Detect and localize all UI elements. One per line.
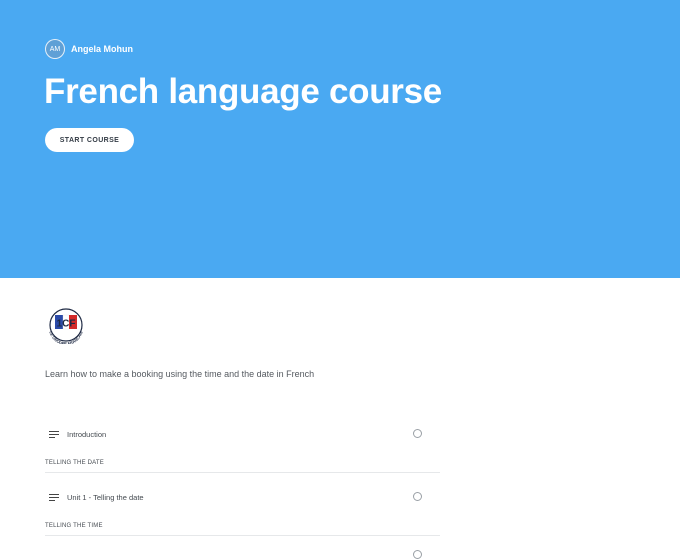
lesson-text-icon xyxy=(49,493,59,502)
section-heading-telling-the-time: TELLING THE TIME xyxy=(45,523,440,536)
start-course-button[interactable]: START COURSE xyxy=(45,128,134,152)
lesson-status-circle-icon xyxy=(413,492,422,501)
lesson-item-introduction[interactable]: Introduction xyxy=(45,421,440,447)
lesson-status-circle-icon xyxy=(413,429,422,438)
lesson-text-icon xyxy=(49,430,59,439)
lesson-label: Introduction xyxy=(67,429,107,439)
lesson-item-unit-1[interactable]: Unit 1 - Telling the date xyxy=(45,484,440,510)
lesson-status-circle-icon xyxy=(413,550,422,559)
logo-mark: 1CF xyxy=(57,319,76,330)
course-title: French language course xyxy=(44,72,442,111)
author-name[interactable]: Angela Mohun xyxy=(71,44,133,54)
course-description: Learn how to make a booking using the ti… xyxy=(45,369,315,379)
author-info: AM Angela Mohun xyxy=(45,39,133,59)
course-logo: 1CF LE GROUPE FRANCAIS xyxy=(48,308,84,344)
author-avatar[interactable]: AM xyxy=(45,39,65,59)
lesson-label: Unit 1 - Telling the date xyxy=(67,492,144,502)
course-hero: AM Angela Mohun French language course S… xyxy=(0,0,680,278)
section-heading-telling-the-date: TELLING THE DATE xyxy=(45,460,440,473)
